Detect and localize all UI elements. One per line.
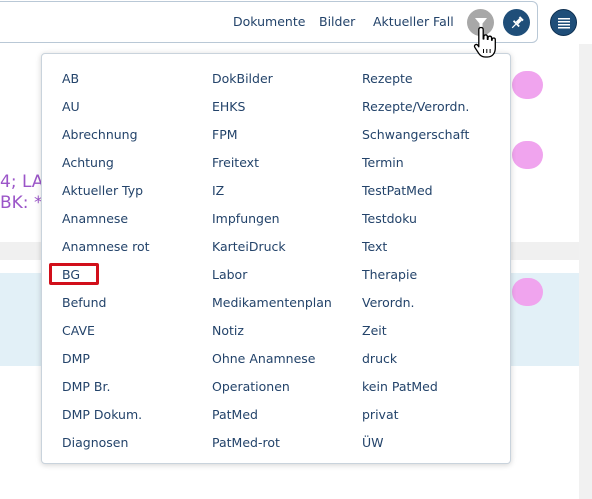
filter-item-fpm[interactable]: FPM <box>212 128 332 156</box>
filter-item-diagnosen[interactable]: Diagnosen <box>62 436 150 464</box>
menu-button[interactable] <box>550 9 577 36</box>
dropdown-column-3: Rezepte Rezepte/Verordn. Schwangerschaft… <box>362 72 469 464</box>
dropdown-column-1: AB AU Abrechnung Achtung Aktueller Typ A… <box>62 72 150 464</box>
pin-icon <box>511 15 524 28</box>
nav-link-dokumente[interactable]: Dokumente <box>233 14 305 29</box>
nav-link-aktueller-fall[interactable]: Aktueller Fall <box>373 14 454 29</box>
filter-item-bg[interactable]: BG <box>62 268 150 296</box>
filter-item-anamnese-rot[interactable]: Anamnese rot <box>62 240 150 268</box>
filter-item-ehks[interactable]: EHKS <box>212 100 332 128</box>
hand-cursor-icon <box>473 26 496 58</box>
filter-item-dmp-dokum[interactable]: DMP Dokum. <box>62 408 150 436</box>
filter-item-dmp[interactable]: DMP <box>62 352 150 380</box>
nav-link-bilder[interactable]: Bilder <box>319 14 355 29</box>
filter-item-rezepte-verordn[interactable]: Rezepte/Verordn. <box>362 100 469 128</box>
filter-item-au[interactable]: AU <box>62 100 150 128</box>
filter-item-dmp-br[interactable]: DMP Br. <box>62 380 150 408</box>
filter-item-anamnese[interactable]: Anamnese <box>62 212 150 240</box>
filter-item-notiz[interactable]: Notiz <box>212 324 332 352</box>
filter-item-uew[interactable]: ÜW <box>362 436 469 464</box>
filter-item-operationen[interactable]: Operationen <box>212 380 332 408</box>
filter-item-dokbilder[interactable]: DokBilder <box>212 72 332 100</box>
filter-item-therapie[interactable]: Therapie <box>362 268 469 296</box>
filter-item-impfungen[interactable]: Impfungen <box>212 212 332 240</box>
filter-item-privat[interactable]: privat <box>362 408 469 436</box>
filter-item-testpatmed[interactable]: TestPatMed <box>362 184 469 212</box>
filter-item-druck[interactable]: druck <box>362 352 469 380</box>
tag-pill-1[interactable] <box>512 71 543 99</box>
filter-item-schwangerschaft[interactable]: Schwangerschaft <box>362 128 469 156</box>
filter-item-abrechnung[interactable]: Abrechnung <box>62 128 150 156</box>
dropdown-column-2: DokBilder EHKS FPM Freitext IZ Impfungen… <box>212 72 332 464</box>
filter-item-karteidruck[interactable]: KarteiDruck <box>212 240 332 268</box>
filter-item-ohne-anamnese[interactable]: Ohne Anamnese <box>212 352 332 380</box>
tag-pill-3[interactable] <box>512 278 543 306</box>
filter-item-achtung[interactable]: Achtung <box>62 156 150 184</box>
filter-item-iz[interactable]: IZ <box>212 184 332 212</box>
filter-item-aktueller-typ[interactable]: Aktueller Typ <box>62 184 150 212</box>
filter-item-termin[interactable]: Termin <box>362 156 469 184</box>
filter-item-testdoku[interactable]: Testdoku <box>362 212 469 240</box>
filter-item-verordn[interactable]: Verordn. <box>362 296 469 324</box>
background-text-line-2: BK: * <box>0 193 43 213</box>
filter-item-rezepte[interactable]: Rezepte <box>362 72 469 100</box>
filter-item-medikamentenplan[interactable]: Medikamentenplan <box>212 296 332 324</box>
filter-item-befund[interactable]: Befund <box>62 296 150 324</box>
tag-pill-2[interactable] <box>512 141 543 169</box>
scrollbar-track[interactable] <box>579 44 592 499</box>
filter-item-cave[interactable]: CAVE <box>62 324 150 352</box>
filter-item-patmed-rot[interactable]: PatMed-rot <box>212 436 332 464</box>
filter-item-labor[interactable]: Labor <box>212 268 332 296</box>
filter-item-patmed[interactable]: PatMed <box>212 408 332 436</box>
filter-item-kein-patmed[interactable]: kein PatMed <box>362 380 469 408</box>
filter-item-ab[interactable]: AB <box>62 72 150 100</box>
filter-dropdown-menu: AB AU Abrechnung Achtung Aktueller Typ A… <box>41 53 511 464</box>
list-menu-icon <box>557 17 570 28</box>
top-toolbar: Dokumente Bilder Aktueller Fall <box>0 0 592 44</box>
pin-button[interactable] <box>503 9 530 36</box>
filter-item-text[interactable]: Text <box>362 240 469 268</box>
filter-item-freitext[interactable]: Freitext <box>212 156 332 184</box>
filter-item-zeit[interactable]: Zeit <box>362 324 469 352</box>
